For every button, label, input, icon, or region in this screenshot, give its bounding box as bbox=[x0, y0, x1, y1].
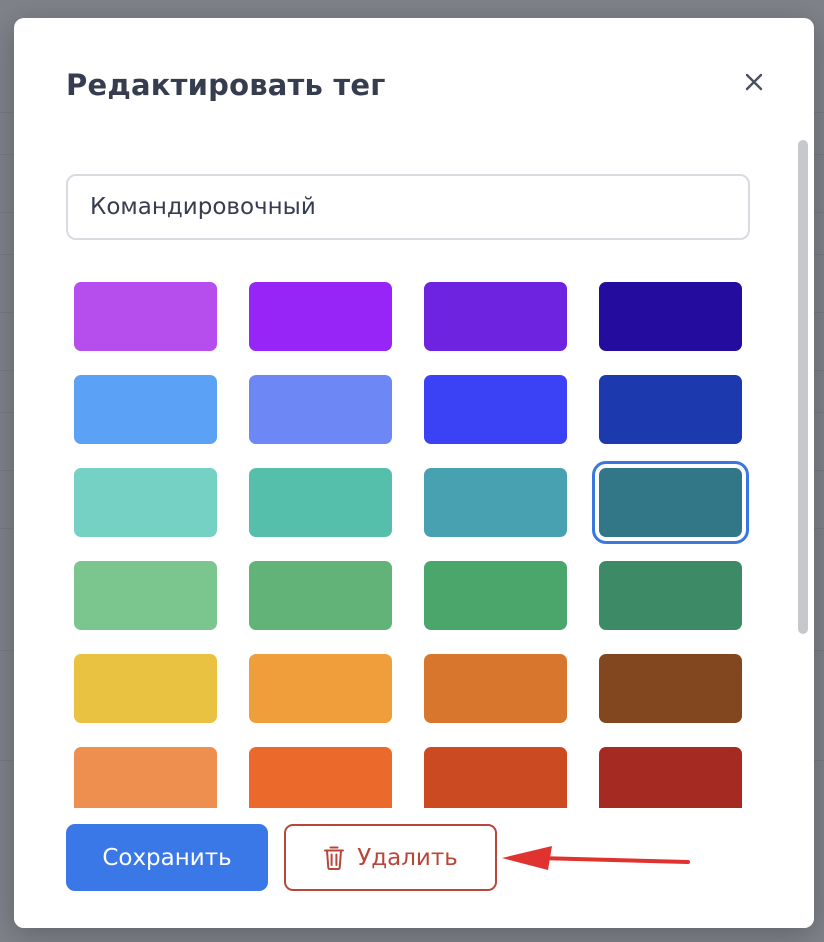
scrollbar-thumb[interactable] bbox=[798, 140, 808, 634]
color-swatch[interactable] bbox=[249, 747, 392, 808]
color-swatch[interactable] bbox=[424, 375, 567, 444]
edit-tag-modal: Редактировать тег Сохранить Удалить bbox=[14, 18, 814, 928]
color-swatch[interactable] bbox=[249, 282, 392, 351]
color-swatch[interactable] bbox=[74, 747, 217, 808]
delete-button[interactable]: Удалить bbox=[284, 824, 497, 891]
save-button[interactable]: Сохранить bbox=[66, 824, 268, 891]
scrollbar[interactable] bbox=[796, 140, 810, 636]
color-swatch[interactable] bbox=[74, 282, 217, 351]
color-swatch[interactable] bbox=[74, 654, 217, 723]
color-swatch[interactable] bbox=[424, 468, 567, 537]
modal-body bbox=[14, 148, 814, 808]
modal-title: Редактировать тег bbox=[66, 68, 386, 102]
color-swatch[interactable] bbox=[424, 654, 567, 723]
color-swatch[interactable] bbox=[599, 282, 742, 351]
color-swatch[interactable] bbox=[599, 654, 742, 723]
color-swatch[interactable] bbox=[599, 375, 742, 444]
close-button[interactable] bbox=[738, 66, 770, 98]
modal-footer: Сохранить Удалить bbox=[14, 808, 814, 928]
color-swatch[interactable] bbox=[424, 282, 567, 351]
color-swatch[interactable] bbox=[249, 375, 392, 444]
color-swatch[interactable] bbox=[599, 561, 742, 630]
color-swatch[interactable] bbox=[249, 654, 392, 723]
color-swatch[interactable] bbox=[249, 468, 392, 537]
color-swatch[interactable] bbox=[424, 561, 567, 630]
delete-button-label: Удалить bbox=[357, 844, 458, 871]
trash-icon bbox=[323, 845, 345, 871]
color-swatch[interactable] bbox=[74, 375, 217, 444]
tag-name-input[interactable] bbox=[66, 174, 750, 240]
color-swatch[interactable] bbox=[592, 461, 749, 544]
annotation-arrow-icon bbox=[502, 846, 690, 870]
close-icon bbox=[745, 73, 763, 91]
color-swatch[interactable] bbox=[599, 747, 742, 808]
color-swatch[interactable] bbox=[74, 561, 217, 630]
color-swatch[interactable] bbox=[249, 561, 392, 630]
color-swatch[interactable] bbox=[424, 747, 567, 808]
color-swatch[interactable] bbox=[74, 468, 217, 537]
